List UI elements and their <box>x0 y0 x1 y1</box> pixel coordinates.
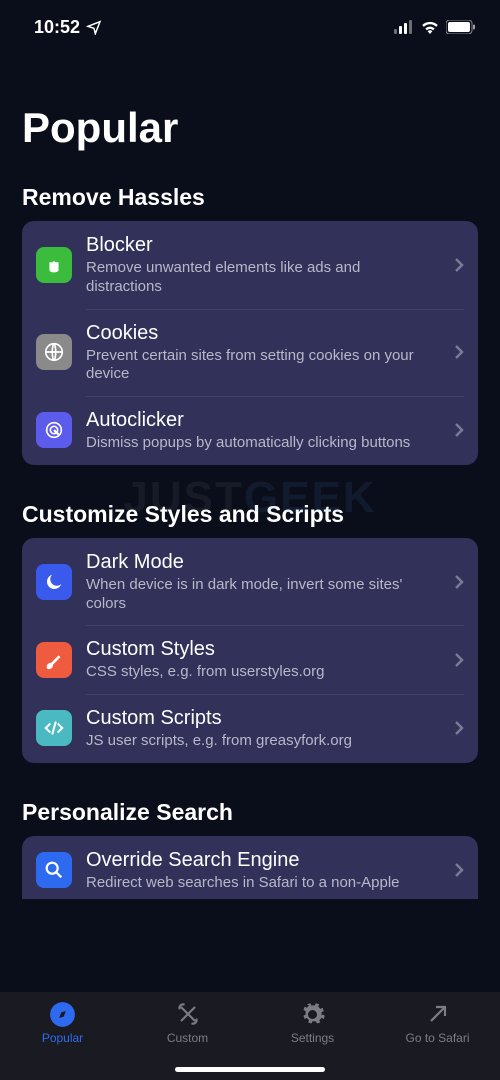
tab-custom[interactable]: Custom <box>125 1000 250 1045</box>
custom-scripts-icon <box>36 710 72 746</box>
home-indicator[interactable] <box>175 1067 325 1072</box>
tab-popular[interactable]: Popular <box>0 1000 125 1045</box>
tab-label: Custom <box>167 1031 208 1045</box>
tab-label: Go to Safari <box>405 1031 469 1045</box>
row-text: Override Search Engine Redirect web sear… <box>86 848 440 893</box>
row-title: Blocker <box>86 233 440 257</box>
dark-mode-icon <box>36 564 72 600</box>
row-subtitle: Prevent certain sites from setting cooki… <box>86 347 440 385</box>
status-icons <box>394 20 476 34</box>
card-customize: Dark Mode When device is in dark mode, i… <box>22 538 478 763</box>
section-title-customize: Customize Styles and Scripts <box>0 489 500 538</box>
row-subtitle: When device is in dark mode, invert some… <box>86 576 440 614</box>
page-title: Popular <box>0 48 500 172</box>
row-custom-styles[interactable]: Custom Styles CSS styles, e.g. from user… <box>22 625 478 694</box>
tab-settings[interactable]: Settings <box>250 1000 375 1045</box>
row-cookies[interactable]: Cookies Prevent certain sites from setti… <box>22 309 478 397</box>
cookies-icon <box>36 334 72 370</box>
row-subtitle: Dismiss popups by automatically clicking… <box>86 434 440 453</box>
row-title: Dark Mode <box>86 550 440 574</box>
row-blocker[interactable]: Blocker Remove unwanted elements like ad… <box>22 221 478 309</box>
chevron-right-icon <box>454 344 464 360</box>
row-dark-mode[interactable]: Dark Mode When device is in dark mode, i… <box>22 538 478 626</box>
row-text: Dark Mode When device is in dark mode, i… <box>86 550 440 614</box>
cellular-icon <box>394 20 414 34</box>
row-title: Custom Scripts <box>86 706 440 730</box>
autoclicker-icon <box>36 412 72 448</box>
tab-label: Settings <box>291 1031 334 1045</box>
row-subtitle: Redirect web searches in Safari to a non… <box>86 874 440 893</box>
row-text: Cookies Prevent certain sites from setti… <box>86 321 440 385</box>
arrow-up-right-icon <box>426 1000 450 1028</box>
time-text: 10:52 <box>34 17 80 38</box>
tab-label: Popular <box>42 1031 83 1045</box>
blocker-icon <box>36 247 72 283</box>
row-subtitle: CSS styles, e.g. from userstyles.org <box>86 663 440 682</box>
chevron-right-icon <box>454 720 464 736</box>
row-title: Autoclicker <box>86 408 440 432</box>
chevron-right-icon <box>454 422 464 438</box>
gear-icon <box>299 1000 326 1028</box>
custom-styles-icon <box>36 642 72 678</box>
row-text: Blocker Remove unwanted elements like ad… <box>86 233 440 297</box>
row-subtitle: Remove unwanted elements like ads and di… <box>86 259 440 297</box>
row-override-search[interactable]: Override Search Engine Redirect web sear… <box>22 836 478 899</box>
row-text: Autoclicker Dismiss popups by automatica… <box>86 408 440 453</box>
wifi-icon <box>420 20 440 34</box>
status-time: 10:52 <box>34 17 102 38</box>
compass-icon <box>49 1000 76 1028</box>
tools-icon <box>174 1000 202 1028</box>
battery-icon <box>446 20 476 34</box>
chevron-right-icon <box>454 652 464 668</box>
row-title: Override Search Engine <box>86 848 440 872</box>
row-text: Custom Styles CSS styles, e.g. from user… <box>86 637 440 682</box>
row-subtitle: JS user scripts, e.g. from greasyfork.or… <box>86 732 440 751</box>
card-remove-hassles: Blocker Remove unwanted elements like ad… <box>22 221 478 465</box>
section-title-remove-hassles: Remove Hassles <box>0 172 500 221</box>
card-personalize: Override Search Engine Redirect web sear… <box>22 836 478 899</box>
row-custom-scripts[interactable]: Custom Scripts JS user scripts, e.g. fro… <box>22 694 478 763</box>
chevron-right-icon <box>454 574 464 590</box>
section-title-personalize: Personalize Search <box>0 787 500 836</box>
chevron-right-icon <box>454 257 464 273</box>
row-title: Cookies <box>86 321 440 345</box>
status-bar: 10:52 <box>0 0 500 48</box>
chevron-right-icon <box>454 862 464 878</box>
search-engine-icon <box>36 852 72 888</box>
row-title: Custom Styles <box>86 637 440 661</box>
row-text: Custom Scripts JS user scripts, e.g. fro… <box>86 706 440 751</box>
location-icon <box>86 19 102 35</box>
tab-go-to-safari[interactable]: Go to Safari <box>375 1000 500 1045</box>
row-autoclicker[interactable]: Autoclicker Dismiss popups by automatica… <box>22 396 478 465</box>
